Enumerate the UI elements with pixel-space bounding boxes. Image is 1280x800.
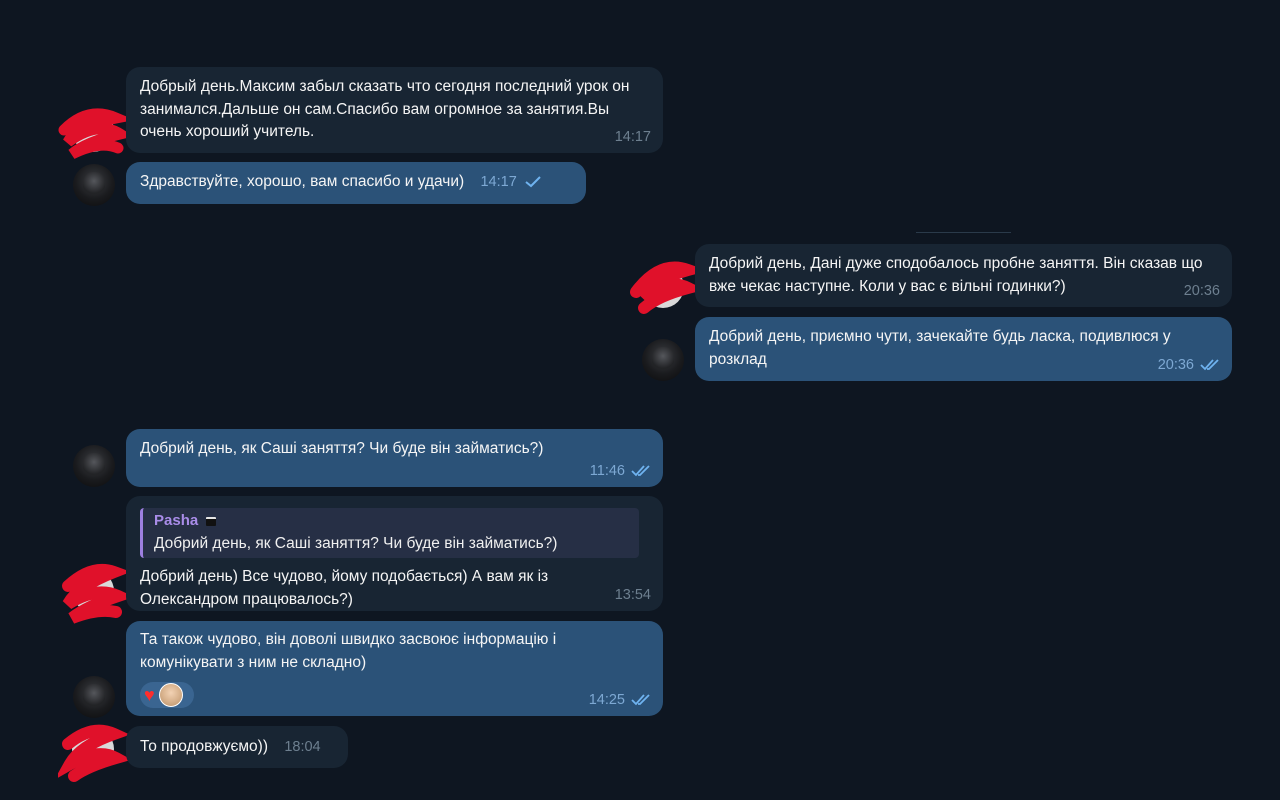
contact-avatar-redacted[interactable] [62, 563, 128, 624]
reactions-bar[interactable]: ♥ [140, 682, 194, 708]
heart-icon: ♥ [144, 685, 155, 705]
emoji-badge-icon [206, 516, 217, 526]
contact-avatar-redacted[interactable] [58, 724, 128, 782]
message-text: Добрый день.Максим забыл сказать что сег… [140, 78, 634, 140]
message-bubble-incoming-reply[interactable]: Pasha Добрий день, як Саші заняття? Чи б… [126, 496, 663, 611]
message-bubble-outgoing[interactable]: Та також чудово, він доволі швидко засво… [126, 621, 663, 716]
message-bubble-outgoing[interactable]: Здравствуйте, хорошо, вам спасибо и удач… [126, 162, 586, 204]
message-bubble-outgoing[interactable]: Добрий день, приємно чути, зачекайте буд… [695, 317, 1232, 381]
message-time: 13:54 [614, 586, 651, 603]
message-meta: 11:46 [590, 460, 651, 483]
contact-avatar-redacted[interactable] [630, 261, 698, 314]
separator-line [916, 232, 1011, 233]
sent-check-icon [525, 176, 541, 188]
message-meta: 20:36 [1184, 280, 1220, 303]
reply-author: Pasha [154, 510, 631, 533]
message-meta: 14:17 [480, 171, 542, 194]
message-meta: 20:36 [1158, 354, 1220, 377]
message-bubble-incoming[interactable]: Добрий день, Дані дуже сподобалось пробн… [695, 244, 1232, 307]
redaction-scribble-icon [630, 261, 698, 314]
message-time: 20:36 [1183, 282, 1220, 299]
reactor-avatar [158, 683, 183, 707]
message-time: 14:17 [614, 128, 651, 145]
redaction-scribble-icon [62, 563, 128, 624]
message-time: 20:36 [1157, 356, 1194, 373]
contact-avatar-redacted[interactable] [58, 108, 128, 159]
own-avatar[interactable] [73, 164, 115, 206]
message-text: Добрий день, як Саші заняття? Чи буде ві… [140, 440, 544, 457]
message-time: 11:46 [589, 462, 625, 479]
chat-history: Добрый день.Максим забыл сказать что сег… [0, 0, 1280, 800]
redaction-scribble-icon [58, 724, 128, 782]
message-text: То продовжуємо)) [140, 738, 269, 755]
redaction-scribble-icon [58, 108, 128, 159]
message-bubble-outgoing[interactable]: Добрий день, як Саші заняття? Чи буде ві… [126, 429, 663, 487]
message-time: 14:17 [480, 174, 517, 190]
reply-quote[interactable]: Pasha Добрий день, як Саші заняття? Чи б… [140, 508, 639, 558]
message-time: 18:04 [284, 739, 321, 755]
message-bubble-incoming[interactable]: Добрый день.Максим забыл сказать что сег… [126, 67, 663, 153]
own-avatar[interactable] [642, 339, 684, 381]
message-text: Та також чудово, він доволі швидко засво… [140, 631, 561, 671]
message-text: Добрий день) Все чудово, йому подобаєтьс… [140, 568, 553, 608]
message-text: Добрий день, Дані дуже сподобалось пробн… [709, 255, 1207, 295]
read-double-check-icon [631, 694, 650, 706]
message-text: Добрий день, приємно чути, зачекайте буд… [709, 328, 1175, 368]
read-double-check-icon [631, 465, 650, 477]
message-meta: 14:25 [589, 689, 651, 712]
message-meta: 14:17 [615, 126, 651, 149]
own-avatar[interactable] [73, 445, 115, 487]
read-double-check-icon [1200, 359, 1219, 371]
reply-text: Добрий день, як Саші заняття? Чи буде ві… [154, 534, 558, 552]
own-avatar[interactable] [73, 676, 115, 718]
message-time: 14:25 [588, 691, 625, 708]
message-text: Здравствуйте, хорошо, вам спасибо и удач… [140, 173, 465, 190]
message-meta: 18:04 [284, 736, 320, 759]
message-bubble-incoming[interactable]: То продовжуємо)) 18:04 [126, 726, 348, 768]
message-meta: 13:54 [615, 584, 651, 607]
